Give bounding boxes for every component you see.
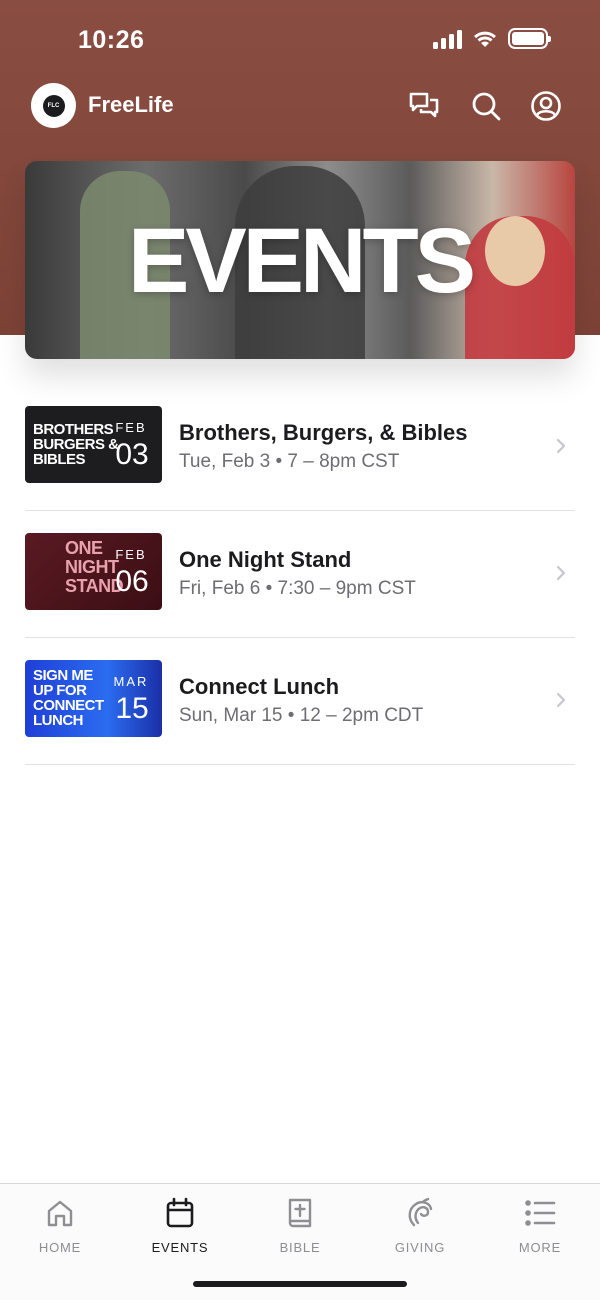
event-month: FEB [115, 547, 147, 562]
messages-button[interactable] [407, 89, 441, 123]
chat-icon [409, 92, 439, 118]
profile-button[interactable] [529, 89, 563, 123]
tab-label: GIVING [394, 1240, 446, 1255]
tab-bible[interactable]: BIBLE [240, 1196, 360, 1255]
event-month: MAR [113, 674, 149, 689]
event-row[interactable]: ONE NIGHT STAND FEB 06 One Night Stand F… [25, 511, 575, 638]
tab-giving[interactable]: GIVING [360, 1196, 480, 1255]
chevron-right-icon [556, 565, 566, 581]
tab-label: BIBLE [279, 1240, 321, 1255]
tab-home[interactable]: HOME [0, 1196, 120, 1255]
event-day: 06 [115, 565, 149, 598]
tab-label: MORE [518, 1240, 562, 1255]
tab-label: HOME [38, 1240, 82, 1255]
wifi-icon [474, 31, 496, 47]
battery-icon [508, 28, 551, 49]
event-title: One Night Stand [179, 547, 352, 572]
chevron-right-icon [556, 438, 566, 454]
home-icon [47, 1200, 73, 1227]
profile-icon [531, 91, 561, 121]
events-hero-banner: EVENTS [25, 161, 575, 359]
event-row[interactable]: BROTHERS BURGERS & BIBLES FEB 03 Brother… [25, 384, 575, 511]
bible-icon [288, 1198, 312, 1228]
event-day: 03 [115, 438, 149, 471]
church-logo[interactable]: FLC [31, 83, 76, 128]
event-row[interactable]: SIGN ME UP FOR CONNECT LUNCH MAR 15 Conn… [25, 638, 575, 765]
search-icon [472, 92, 501, 121]
tab-label: EVENTS [151, 1240, 209, 1255]
event-datetime: Sun, Mar 15 • 12 – 2pm CDT [179, 705, 424, 726]
tab-more[interactable]: MORE [480, 1196, 600, 1255]
logo-mark: FLC [42, 94, 65, 117]
status-icons [433, 28, 551, 49]
tab-events[interactable]: EVENTS [120, 1196, 240, 1255]
hero-title: EVENTS [127, 210, 476, 312]
search-button[interactable] [469, 89, 503, 123]
app-title: FreeLife [88, 92, 174, 117]
event-thumbnail: SIGN ME UP FOR CONNECT LUNCH MAR 15 [25, 660, 162, 737]
event-title: Brothers, Burgers, & Bibles [179, 420, 468, 445]
giving-icon [408, 1197, 433, 1227]
event-day: 15 [115, 692, 149, 725]
event-month: FEB [115, 420, 147, 435]
calendar-icon [166, 1197, 194, 1228]
thumbnail-text: SIGN ME UP FOR CONNECT LUNCH [33, 667, 104, 729]
event-title: Connect Lunch [179, 674, 340, 699]
home-indicator[interactable] [193, 1281, 407, 1287]
chevron-right-icon [556, 692, 566, 708]
status-time: 10:26 [78, 26, 145, 54]
event-datetime: Fri, Feb 6 • 7:30 – 9pm CST [179, 578, 416, 599]
signal-icon [433, 29, 462, 49]
event-thumbnail: BROTHERS BURGERS & BIBLES FEB 03 [25, 406, 162, 483]
event-datetime: Tue, Feb 3 • 7 – 8pm CST [179, 451, 400, 472]
list-icon [525, 1200, 556, 1226]
event-thumbnail: ONE NIGHT STAND FEB 06 [25, 533, 162, 610]
